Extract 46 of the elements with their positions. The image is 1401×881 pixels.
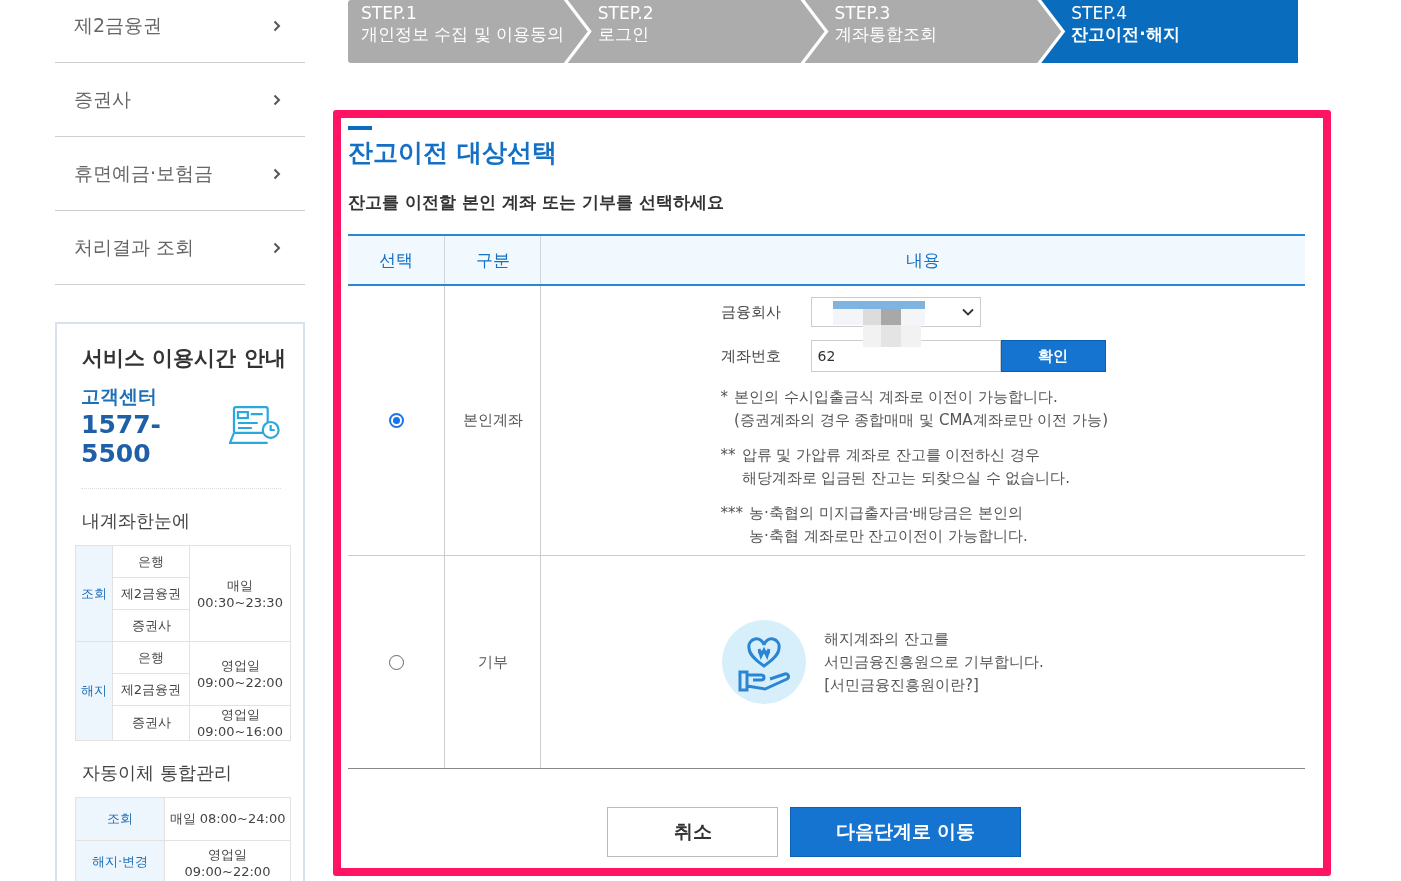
table-cell: 은행 bbox=[112, 545, 190, 578]
donation-text: 해지계좌의 잔고를 서민금융진흥원으로 기부합니다. bbox=[824, 628, 1044, 673]
table-cell: 해지 bbox=[75, 641, 113, 741]
center-label: 고객센터 bbox=[81, 384, 158, 409]
note-text: * 본인의 수시입출금식 계좌로 이전이 가능합니다. (증권계좌의 경우 종합매매 및 CMA계좌로만 이전 가능) bbox=[720, 387, 1109, 431]
table-cell: 해지·변경 bbox=[75, 840, 165, 881]
chevron-right-icon bbox=[273, 241, 281, 254]
row-category: 본인계좌 bbox=[462, 411, 523, 430]
section-title: 내계좌한눈에 bbox=[82, 509, 191, 533]
panel-title: 잔고이전 대상선택 bbox=[348, 137, 558, 169]
note-text: ** 압류 및 가압류 계좌로 잔고를 이전하신 경우 해당계좌로 입금된 잔고는 되찾으실 수 없습니다. bbox=[720, 445, 1072, 489]
table-cell: 영업일 09:00~22:00 bbox=[189, 641, 291, 706]
confirm-button[interactable]: 확인 bbox=[1000, 340, 1106, 372]
field-label: 계좌번호 bbox=[720, 346, 782, 366]
account-number-field[interactable]: 62 bbox=[810, 340, 1001, 372]
info-link[interactable]: [서민금융진흥원이란?] bbox=[824, 673, 1044, 697]
chevron-right-icon bbox=[273, 167, 281, 180]
caret-down-icon bbox=[961, 308, 974, 316]
action-button[interactable]: 다음단계로 이동 bbox=[790, 807, 1021, 857]
note-text: *** 농·축협의 미지급출자금·배당금은 본인의 농·축협 계좌로만 잔고이전이 가능합니다. bbox=[720, 503, 1029, 547]
table-cell: 조회 bbox=[75, 797, 165, 841]
sidebar-menu-item[interactable]: 증권사 bbox=[55, 63, 305, 137]
panel-subtitle: 잔고를 이전할 본인 계좌 또는 기부를 선택하세요 bbox=[348, 191, 725, 214]
table-cell: 영업일 09:00~16:00 bbox=[189, 705, 291, 741]
radio-button[interactable] bbox=[388, 654, 404, 670]
table-cell: 증권사 bbox=[112, 705, 190, 741]
table-cell: 매일 00:30~23:30 bbox=[189, 545, 291, 642]
chevron-right-icon bbox=[273, 93, 281, 106]
table-cell: 매일 08:00~24:00 bbox=[164, 797, 291, 841]
sidebar-menu-item[interactable]: 처리결과 조회 bbox=[55, 211, 305, 285]
table-cell: 은행 bbox=[112, 641, 190, 674]
column-header: 구분 bbox=[445, 236, 541, 284]
table-cell: 조회 bbox=[75, 545, 113, 642]
radio-button[interactable] bbox=[388, 413, 404, 428]
chevron-right-icon bbox=[273, 19, 281, 32]
field-label: 금융회사 bbox=[720, 302, 782, 322]
heart-hand-icon bbox=[722, 620, 807, 704]
section-title: 자동이체 통합관리 bbox=[82, 761, 233, 785]
row-category: 기부 bbox=[477, 652, 508, 672]
card-title: 서비스 이용시간 안내 bbox=[82, 345, 287, 372]
sidebar-menu-item[interactable]: 휴면예금·보험금 bbox=[55, 137, 305, 211]
column-header: 내용 bbox=[905, 248, 941, 272]
phone-number: 1577-5500 bbox=[81, 410, 162, 468]
sidebar-menu-item[interactable]: 제2금융권 bbox=[55, 0, 305, 63]
action-button[interactable]: 취소 bbox=[607, 807, 778, 857]
column-header: 선택 bbox=[348, 236, 445, 284]
